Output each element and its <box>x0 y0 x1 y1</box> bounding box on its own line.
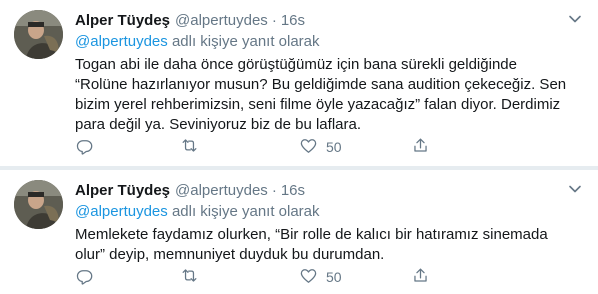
like-button[interactable]: 50 <box>299 136 342 158</box>
retweet-button[interactable] <box>180 136 199 158</box>
reply-button[interactable] <box>75 136 94 158</box>
share-icon <box>411 136 430 158</box>
reply-mention-link[interactable]: @alpertuydes <box>75 33 168 50</box>
reply-context-text: adlı kişiye yanıt olarak <box>167 203 320 220</box>
tweet-actions: 50 <box>75 266 495 288</box>
separator-dot: · <box>271 181 277 199</box>
timestamp[interactable]: 16s <box>281 182 305 199</box>
avatar[interactable] <box>14 180 63 229</box>
tweet-text: Memlekete faydamız olurken, “Bir rolle d… <box>75 226 548 263</box>
reply-button[interactable] <box>75 266 94 288</box>
reply-context: @alpertuydes adlı kişiye yanıt olarak <box>75 32 582 52</box>
heart-icon <box>299 266 318 288</box>
author-name[interactable]: Alper Tüydeş <box>75 182 170 199</box>
reply-icon <box>75 136 94 158</box>
avatar[interactable] <box>14 10 63 59</box>
reply-mention-link[interactable]: @alpertuydes <box>75 203 168 220</box>
heart-icon <box>299 136 318 158</box>
timestamp[interactable]: 16s <box>281 12 305 29</box>
reply-context-text: adlı kişiye yanıt olarak <box>167 33 320 50</box>
like-count: 50 <box>326 269 342 285</box>
author-handle[interactable]: @alpertuydes <box>175 12 268 29</box>
tweet-actions: 50 <box>75 136 495 158</box>
tweet[interactable]: Alper Tüydeş @alpertuydes · 16s @alpertu… <box>0 170 598 294</box>
retweet-icon <box>180 136 199 158</box>
share-button[interactable] <box>411 266 430 288</box>
tweet[interactable]: Alper Tüydeş @alpertuydes · 16s @alpertu… <box>0 0 598 168</box>
like-count: 50 <box>326 139 342 155</box>
tweet-text: Togan abi ile daha önce görüştüğümüz içi… <box>75 56 567 133</box>
separator-dot: · <box>271 11 277 29</box>
retweet-button[interactable] <box>180 266 199 288</box>
reply-context: @alpertuydes adlı kişiye yanıt olarak <box>75 202 582 222</box>
reply-icon <box>75 266 94 288</box>
author-name[interactable]: Alper Tüydeş <box>75 12 170 29</box>
chevron-down-icon[interactable] <box>568 182 582 196</box>
share-icon <box>411 266 430 288</box>
chevron-down-icon[interactable] <box>568 12 582 26</box>
share-button[interactable] <box>411 136 430 158</box>
like-button[interactable]: 50 <box>299 266 342 288</box>
author-handle[interactable]: @alpertuydes <box>175 182 268 199</box>
retweet-icon <box>180 266 199 288</box>
